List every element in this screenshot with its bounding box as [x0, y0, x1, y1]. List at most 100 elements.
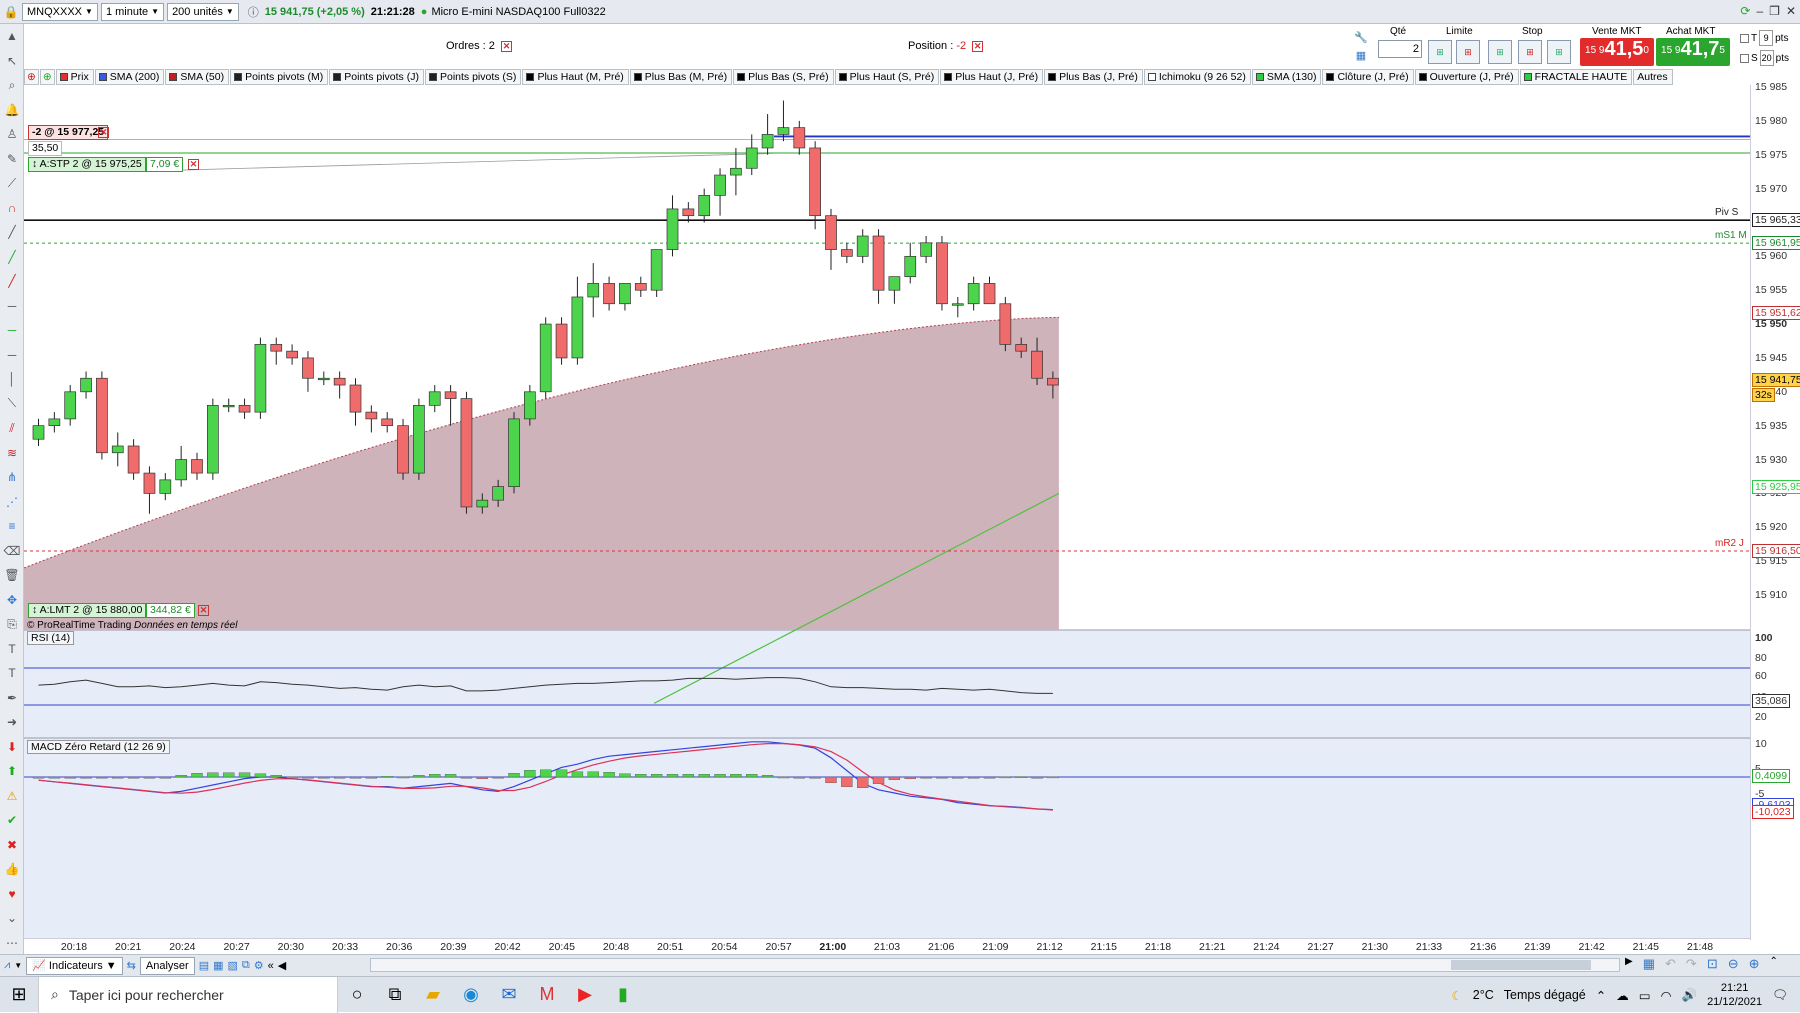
cancel-stop-icon[interactable]: ✕	[188, 159, 199, 170]
segment-icon[interactable]: ⟍	[0, 392, 24, 417]
arrow-right-icon[interactable]: ➜	[0, 710, 24, 735]
gann-icon[interactable]: ⋰	[0, 490, 24, 515]
vertical-line-icon[interactable]: │	[0, 367, 24, 392]
thumbs-up-icon[interactable]: 👍	[0, 857, 24, 882]
macd-label[interactable]: MACD Zéro Retard (12 26 9)	[27, 740, 170, 754]
units-selector[interactable]: 200 unités ▼	[167, 2, 239, 21]
indicator-chip[interactable]: Points pivots (J)	[329, 68, 424, 85]
settings-icon[interactable]: ⚙	[254, 959, 264, 972]
s-checkbox[interactable]	[1740, 53, 1749, 63]
indicator-chip[interactable]: SMA (200)	[94, 68, 165, 85]
keypad-icon[interactable]: ▦	[1352, 46, 1370, 64]
price-axis[interactable]: 15 985 15 980 15 975 15 970 15 960 15 955 15 9…	[1750, 81, 1800, 940]
check-icon[interactable]: ✔	[0, 808, 24, 833]
mail-icon[interactable]: ✉	[490, 977, 528, 1013]
calendar-icon[interactable]: ▦	[1643, 956, 1655, 972]
temperature[interactable]: 2°C	[1473, 988, 1494, 1002]
cursor-icon[interactable]: ↖	[0, 49, 24, 74]
warning-icon[interactable]: ⚠	[0, 784, 24, 809]
indicator-chip[interactable]: Clôture (J, Pré)	[1322, 68, 1414, 85]
indicator-chip[interactable]: Plus Haut (J, Pré)	[940, 68, 1044, 85]
bell-icon[interactable]: 🔔	[0, 98, 24, 123]
zoom-fit-icon[interactable]: ⊡	[1707, 956, 1718, 972]
up-arrow-green-icon[interactable]: ⬆	[0, 759, 24, 784]
t-input[interactable]: 9	[1759, 30, 1774, 46]
pen-icon[interactable]: ✒	[0, 686, 24, 711]
redo-icon[interactable]: ↷	[1686, 956, 1697, 972]
t-checkbox[interactable]	[1740, 33, 1749, 43]
more-icon[interactable]: ⋯	[0, 931, 24, 956]
indicator-chip[interactable]: FRACTALE HAUTE	[1519, 68, 1633, 85]
indicator-chip[interactable]: Prix	[55, 68, 94, 85]
taskbar-search[interactable]: ⌕ Taper ici pour rechercher	[38, 976, 338, 1013]
scroll-left-icon[interactable]: ◀	[278, 959, 286, 972]
indicator-chip[interactable]: Points pivots (S)	[424, 68, 522, 85]
down-arrow-red-icon[interactable]: ⬇	[0, 735, 24, 760]
time-axis[interactable]: 20:18 20:21 20:24 20:27 20:30 20:33 20:36 20:39…	[24, 938, 1750, 954]
chart-type-icon[interactable]: ⩘	[4, 959, 10, 972]
share-icon[interactable]: ⇆	[127, 959, 136, 972]
layout-icon[interactable]: ▤	[199, 959, 209, 972]
stop-sell-button[interactable]: ⊞	[1518, 40, 1542, 64]
copy-icon[interactable]: ⎘	[0, 612, 24, 637]
horizontal-line-icon[interactable]: ─	[0, 294, 24, 319]
trendline-icon[interactable]: ╱	[0, 220, 24, 245]
rsi-label[interactable]: RSI (14)	[27, 631, 75, 645]
volume-icon[interactable]: 🔊	[1681, 988, 1697, 1003]
close-icon[interactable]: ✕	[972, 40, 984, 52]
limit-buy-button[interactable]: ⊞	[1428, 40, 1452, 64]
clock[interactable]: 21:21 21/12/2021	[1707, 981, 1762, 1009]
eraser-icon[interactable]: ⌫	[0, 539, 24, 564]
analyse-button[interactable]: Analyser	[139, 956, 195, 975]
add-indicator-button[interactable]: ⊕	[24, 68, 39, 85]
indicator-chip[interactable]: Points pivots (M)	[230, 68, 329, 85]
scroll-right-icon[interactable]: ▶	[1625, 956, 1633, 972]
minimize-icon[interactable]: –	[1756, 4, 1763, 18]
red-hline-icon[interactable]: ─	[0, 343, 24, 368]
heart-icon[interactable]: ♥	[0, 882, 24, 907]
cancel-limit-icon[interactable]: ✕	[198, 605, 209, 616]
price-chart[interactable]	[24, 85, 1750, 940]
notification-icon[interactable]: 🗨	[1772, 988, 1788, 1003]
weather-text[interactable]: Temps dégagé	[1504, 988, 1586, 1002]
trash-icon[interactable]: 🗑	[0, 563, 24, 588]
refresh-icon[interactable]: ⟳	[1740, 4, 1750, 18]
indicator-chip[interactable]: Autres	[1633, 68, 1673, 85]
indicator-chip[interactable]: Ichimoku (9 26 52)	[1143, 68, 1251, 85]
person-icon[interactable]: ♙	[0, 122, 24, 147]
pitchfork-icon[interactable]: ⋔	[0, 465, 24, 490]
task-view-icon[interactable]: ⧉	[376, 977, 414, 1013]
chevron-down-icon[interactable]: ⌄	[0, 906, 24, 931]
green-line-icon[interactable]: ╱	[0, 245, 24, 270]
indicator-chip[interactable]: Plus Bas (J, Pré)	[1044, 68, 1143, 85]
levels-icon[interactable]: ≡	[0, 514, 24, 539]
network-icon[interactable]: ▭	[1639, 988, 1651, 1003]
zoom-in-icon[interactable]: ⊕	[1749, 956, 1760, 972]
text-icon[interactable]: T	[0, 637, 24, 662]
rewind-icon[interactable]: «	[268, 960, 274, 972]
indicator-chip[interactable]: Ouverture (J, Pré)	[1414, 68, 1519, 85]
wifi-icon[interactable]: ◠	[1661, 988, 1672, 1003]
brush-icon[interactable]: ✎	[0, 147, 24, 172]
symbol-selector[interactable]: MNQXXXX ▼	[22, 2, 98, 21]
buy-market-button[interactable]: 15 941,75	[1656, 38, 1730, 66]
stop-order-tag[interactable]: ↕ A:STP 2 @ 15 975,25	[28, 157, 146, 172]
stop-limit-button[interactable]: ⊞	[1547, 40, 1571, 64]
indicator-chip[interactable]: Plus Bas (M, Pré)	[629, 68, 733, 85]
scroll-thumb[interactable]	[1451, 960, 1591, 970]
zoom-icon[interactable]: ⌕	[0, 73, 24, 98]
restore-icon[interactable]: ❐	[1769, 4, 1780, 18]
indicator-chip[interactable]: SMA (50)	[165, 68, 230, 85]
chevron-up-icon[interactable]: ⌃	[1596, 988, 1606, 1003]
channel-icon[interactable]: ⫽	[0, 416, 24, 441]
move-icon[interactable]: ✥	[0, 588, 24, 613]
green-hline-icon[interactable]: ─	[0, 318, 24, 343]
limit-order-tag[interactable]: ↕ A:LMT 2 @ 15 880,00	[28, 603, 147, 618]
position-tag[interactable]: -2 @ 15 977,25	[28, 125, 109, 140]
time-scrollbar[interactable]	[370, 958, 1620, 972]
chevron-up-icon[interactable]: ⌃	[1770, 956, 1778, 972]
wrench-icon[interactable]: 🔧	[1352, 28, 1370, 46]
grid-icon[interactable]: ▧	[228, 959, 238, 972]
cortana-icon[interactable]: ○	[338, 977, 376, 1013]
cloud-icon[interactable]: ☁	[1616, 988, 1629, 1003]
